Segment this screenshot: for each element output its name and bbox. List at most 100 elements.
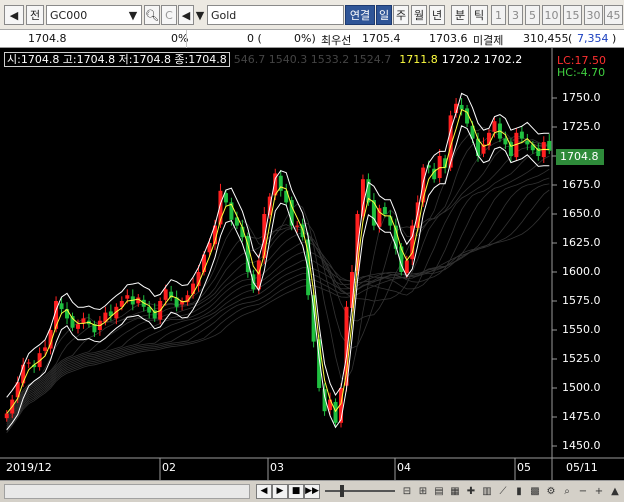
period-week-button[interactable]: 주 [393, 5, 409, 25]
minute-30-button[interactable]: 30 [584, 5, 603, 25]
candle-body [75, 324, 80, 329]
symbol-dropdown-icon[interactable]: ▼ [124, 5, 142, 25]
scroll-left-button[interactable]: ◀ [256, 484, 272, 499]
search-icon[interactable]: 🔍︎ [144, 5, 160, 25]
minute-1-button[interactable]: 1 [491, 5, 506, 25]
speaker-dropdown-icon[interactable]: ▼ [195, 5, 205, 25]
y-axis-tick: 1575.0 [562, 294, 601, 307]
change-percent-2: 0%) [294, 32, 316, 45]
settings-icon[interactable]: ⚙ [544, 484, 558, 499]
candle-body [388, 216, 393, 226]
y-axis-tick: 1500.0 [562, 381, 601, 394]
candle-icon[interactable]: ▮ [512, 484, 526, 499]
ma-readout-dim: 546.7 1540.3 1533.2 1524.7 [233, 53, 392, 66]
horizontal-scrollbar[interactable] [4, 484, 250, 499]
minute-3-button[interactable]: 3 [508, 5, 523, 25]
ma-readout-yellow: 1711.8 [399, 53, 438, 66]
minute-10-button[interactable]: 10 [542, 5, 561, 25]
price-chart[interactable]: 시:1704.8 고:1704.8 저:1704.8 종:1704.8 546.… [0, 48, 624, 480]
long-term-ma-line [6, 155, 550, 425]
plus-icon[interactable]: + [592, 484, 606, 499]
chart-canvas[interactable] [0, 48, 624, 480]
current-price: 1704.8 [28, 32, 67, 45]
all-button[interactable]: 전 [26, 5, 44, 25]
line-icon[interactable]: ⟋ [496, 484, 510, 499]
stop-button[interactable]: ■ [288, 484, 304, 499]
x-axis-tick: 05/11 [566, 461, 598, 474]
candle-body [492, 121, 497, 132]
minus-icon[interactable]: − [576, 484, 590, 499]
zoom-slider-thumb[interactable] [340, 485, 344, 497]
y-axis-tick: 1600.0 [562, 265, 601, 278]
long-term-ma-line [6, 129, 550, 416]
long-term-ma-line [6, 177, 550, 428]
speaker-icon[interactable]: ◀ [178, 5, 194, 25]
candle-body [43, 347, 48, 351]
candle-body [4, 413, 9, 419]
candle-body [437, 156, 442, 179]
period-day-button[interactable]: 일 [376, 5, 392, 25]
layout-icon[interactable]: ▤ [432, 484, 446, 499]
candle-body [459, 104, 464, 110]
candle-body [404, 260, 409, 274]
oi-change-close: ) [612, 32, 617, 45]
chart-icon[interactable]: ▥ [480, 484, 494, 499]
lower-band-line [6, 125, 550, 431]
period-year-button[interactable]: 년 [429, 5, 445, 25]
change-value: 0 ( [247, 32, 262, 45]
zoom-out-icon[interactable]: ⊟ [400, 484, 414, 499]
y-axis-tick: 1550.0 [562, 323, 601, 336]
candle-body [333, 401, 338, 423]
hc-label: HC:-4.70 [557, 66, 606, 79]
candle-body [377, 208, 382, 227]
y-axis-tick: 1525.0 [562, 352, 601, 365]
zoom-in-icon[interactable]: ⊞ [416, 484, 430, 499]
open-interest-label: 미결제 [473, 34, 504, 47]
long-term-ma-line [6, 135, 550, 418]
bid-price: 1705.4 [362, 32, 401, 45]
oi-change-open: ( [568, 32, 573, 45]
name-input[interactable]: Gold [207, 5, 344, 25]
y-axis-tick: 1675.0 [562, 178, 601, 191]
y-axis-tick: 1725.0 [562, 120, 601, 133]
x-axis-tick: 03 [270, 461, 284, 474]
scroll-right-button[interactable]: ▶ [272, 484, 288, 499]
y-axis-tick: 1475.0 [562, 410, 601, 423]
candle-body [382, 207, 387, 214]
y-axis-tick: 1650.0 [562, 207, 601, 220]
minute-45-button[interactable]: 45 [604, 5, 623, 25]
candle-body [26, 362, 31, 364]
long-term-ma-line [6, 189, 550, 432]
ma-readout-rest: 1720.2 1702.2 [441, 53, 523, 66]
long-term-ma-line [6, 143, 550, 421]
period-tick-button[interactable]: 틱 [470, 5, 488, 25]
last-price-badge: 1704.8 [556, 149, 604, 165]
chart-info-line: 시:1704.8 고:1704.8 저:1704.8 종:1704.8 546.… [4, 52, 526, 67]
candle-body [328, 399, 333, 411]
bar-icon[interactable]: ▩ [528, 484, 542, 499]
scroll-end-button[interactable]: ▶▶ [304, 484, 320, 499]
moving-average-line [6, 108, 550, 414]
search-icon-bottom[interactable]: ⌕ [560, 484, 574, 499]
long-term-ma-line [6, 139, 550, 419]
period-minute-button[interactable]: 분 [451, 5, 469, 25]
long-term-ma-line [6, 126, 550, 414]
candle-body [295, 225, 300, 227]
crosshair-icon[interactable]: ✚ [464, 484, 478, 499]
candle-body [525, 140, 530, 145]
minute-5-button[interactable]: 5 [525, 5, 540, 25]
zoom-slider-track[interactable] [325, 490, 395, 492]
prev-button[interactable]: ◀ [4, 5, 24, 25]
minute-15-button[interactable]: 15 [563, 5, 582, 25]
open-interest: 310,455 [523, 32, 569, 45]
y-axis-tick: 1750.0 [562, 91, 601, 104]
up-icon[interactable]: ▲ [608, 484, 622, 499]
oi-change: 7,354 [577, 32, 609, 45]
candle-body [81, 318, 86, 324]
x-axis-tick: 2019/12 [6, 461, 52, 474]
compare-icon[interactable]: C [161, 5, 177, 25]
period-month-button[interactable]: 월 [411, 5, 427, 25]
candle-body [59, 303, 64, 310]
grid-icon[interactable]: ▦ [448, 484, 462, 499]
link-button[interactable]: 연결 [345, 5, 375, 25]
